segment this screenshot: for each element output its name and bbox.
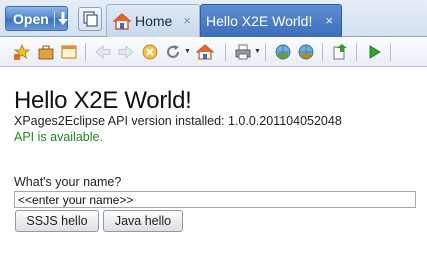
briefcase-icon[interactable]: [37, 43, 55, 61]
tab-hello-world[interactable]: Hello X2E World! ×: [200, 4, 342, 37]
tab-home[interactable]: Home ×: [106, 4, 200, 37]
ssjs-hello-button[interactable]: SSJS hello: [15, 210, 99, 232]
open-button-label: Open: [13, 10, 49, 27]
switch-windows-button[interactable]: [78, 7, 102, 31]
toolbar-separator: [356, 43, 357, 61]
download-arrow-icon: [53, 10, 68, 27]
open-button[interactable]: Open: [5, 6, 68, 31]
print-dropdown-icon[interactable]: ▼: [254, 48, 261, 55]
print-icon[interactable]: [234, 43, 252, 61]
bookmark-star-icon[interactable]: [13, 43, 31, 61]
home-icon: [113, 12, 131, 30]
tab-hello-world-close-icon[interactable]: ×: [325, 13, 333, 28]
api-version-text: XPages2Eclipse API version installed: 1.…: [14, 114, 342, 128]
name-input[interactable]: [14, 191, 416, 208]
browser-toolbar: ▼ ▼: [0, 37, 427, 67]
page-title: Hello X2E World!: [14, 87, 192, 114]
window-icon[interactable]: [60, 43, 78, 61]
back-arrow-icon[interactable]: [94, 43, 112, 61]
tab-bar: Open Home × Hello X2E World! ×: [0, 0, 427, 37]
globe-alt-icon[interactable]: [297, 43, 315, 61]
globe-icon[interactable]: [274, 43, 292, 61]
export-icon[interactable]: [331, 43, 349, 61]
toolbar-separator: [390, 43, 391, 61]
toolbar-home-icon[interactable]: [196, 43, 214, 61]
play-icon[interactable]: [365, 43, 383, 61]
java-hello-button[interactable]: Java hello: [103, 210, 183, 232]
toolbar-separator: [322, 43, 323, 61]
page-content: Hello X2E World! XPages2Eclipse API vers…: [0, 68, 427, 255]
forward-arrow-icon[interactable]: [117, 43, 135, 61]
tab-home-close-icon[interactable]: ×: [183, 13, 191, 28]
toolbar-separator: [265, 43, 266, 61]
tab-hello-world-label: Hello X2E World!: [206, 13, 313, 29]
toolbar-separator: [85, 43, 86, 61]
toolbar-separator: [225, 43, 226, 61]
name-field-label: What's your name?: [14, 175, 122, 189]
refresh-dropdown-icon[interactable]: ▼: [184, 48, 191, 55]
api-status-text: API is available.: [14, 130, 103, 144]
stacked-windows-icon: [83, 11, 98, 27]
stop-icon[interactable]: [141, 43, 159, 61]
tab-home-label: Home: [135, 13, 173, 29]
refresh-icon[interactable]: [164, 43, 182, 61]
